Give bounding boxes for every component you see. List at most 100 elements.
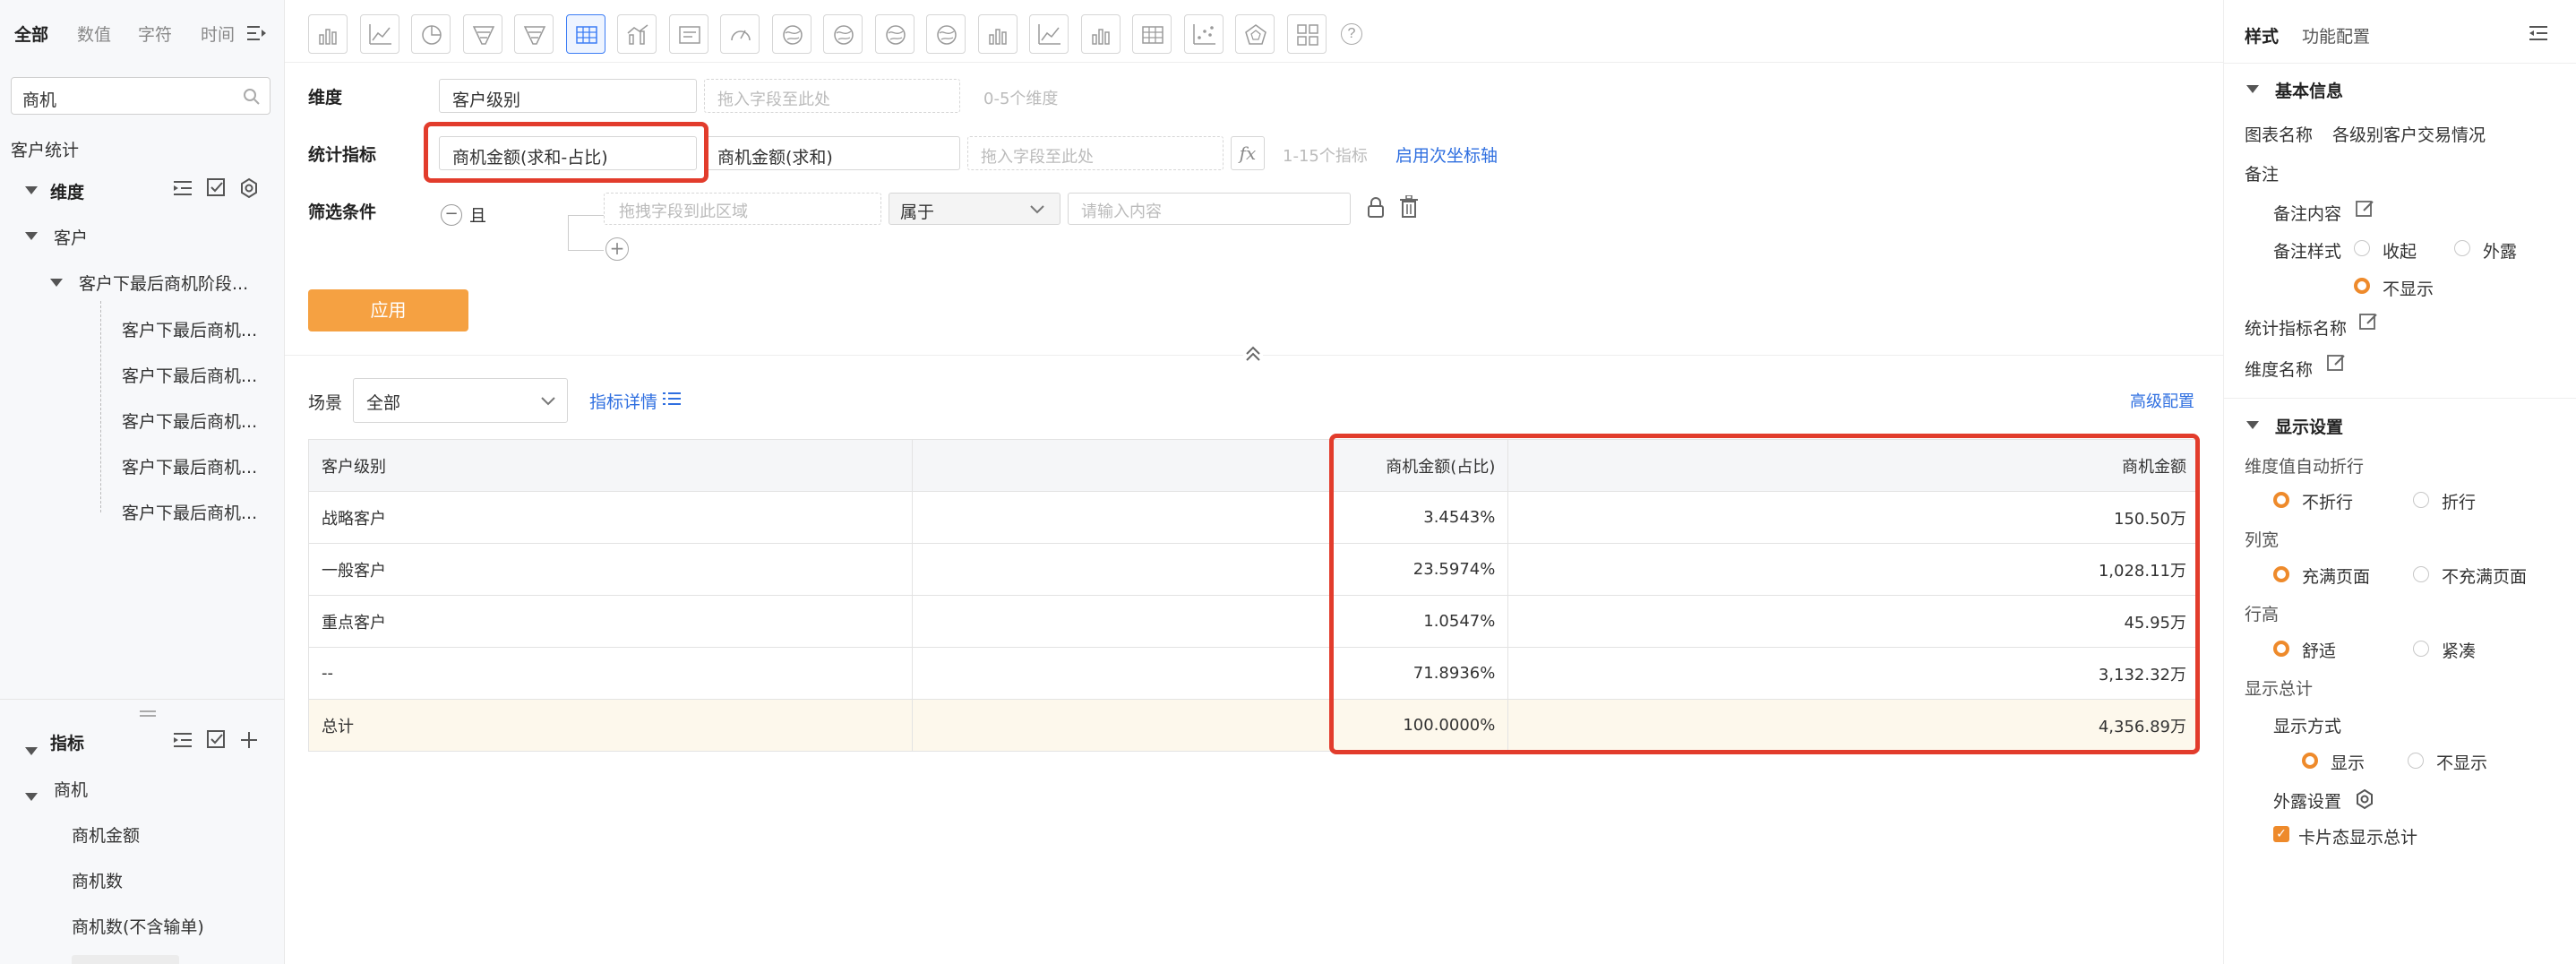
chart-type-button[interactable] [720,14,760,54]
map-china-icon [782,25,803,45]
column-header[interactable] [911,439,1334,492]
add-icon[interactable] [238,729,260,751]
indent-icon[interactable] [174,179,195,199]
filter-field-drop-zone[interactable]: 拖拽字段到此区域 [604,193,881,225]
metric-field-sum[interactable]: 商机金额(求和) [704,136,960,170]
chart-type-button[interactable] [1029,14,1069,54]
logic-toggle-icon[interactable]: − [441,204,462,226]
scene-select[interactable]: 全部 [353,378,568,423]
collapse-panel-icon[interactable] [2529,25,2549,41]
batch-select-icon[interactable] [206,177,228,199]
drag-handle-icon[interactable] [140,710,156,719]
chart-name-value[interactable]: 各级别客户交易情况 [2332,122,2486,146]
table-cell: 总计 [308,699,913,752]
chart-type-button[interactable] [874,14,914,54]
radio-no-wrap-selected[interactable] [2273,492,2289,508]
collapse-caret-icon[interactable] [50,279,63,287]
chart-type-button[interactable] [977,14,1018,54]
radio-collapse[interactable] [2354,240,2370,256]
indent-icon[interactable] [174,731,195,751]
radio-expose[interactable] [2454,240,2470,256]
table-cell [911,595,1334,648]
field-item[interactable]: 客户下最后商机... [122,454,257,478]
filter-operator-select[interactable]: 属于 [889,193,1060,225]
help-icon[interactable]: ? [1341,23,1362,45]
chart-type-button[interactable] [565,14,605,54]
chart-type-button[interactable] [1080,14,1121,54]
radio-wrap[interactable] [2413,492,2429,508]
advanced-config-link[interactable]: 高级配置 [2130,389,2194,412]
chart-type-button[interactable] [926,14,966,54]
field-item[interactable]: 客户下最后商机... [122,500,257,524]
radio-comfortable-selected[interactable] [2273,641,2289,657]
chart-type-button[interactable] [359,14,399,54]
tab-all[interactable]: 全部 [14,22,48,46]
filter-logic-and[interactable]: 且 [469,202,486,227]
radio-show-selected[interactable] [2302,753,2318,769]
tab-time[interactable]: 时间 [201,22,235,46]
tab-style[interactable]: 样式 [2245,23,2279,47]
chart-type-button[interactable] [411,14,451,54]
formula-fx-button[interactable]: fx [1231,136,1265,170]
collapse-caret-icon[interactable] [25,232,38,240]
tab-numeric[interactable]: 数值 [77,22,111,46]
delete-trash-icon[interactable] [1399,195,1419,219]
field-item[interactable]: 商机数 [72,868,123,892]
settings-gear-icon[interactable] [238,177,260,199]
radio-hide-selected[interactable] [2354,278,2370,294]
dimension-field[interactable]: 客户级别 [439,79,697,113]
settings-gear-icon[interactable] [2354,788,2375,810]
tree-group-customer[interactable]: 客户 [54,225,88,249]
radio-not-fill-page[interactable] [2413,566,2429,582]
chart-type-button[interactable] [308,14,348,54]
collapse-caret-icon[interactable] [2246,85,2259,93]
collapse-up-icon[interactable] [1243,344,1263,364]
secondary-axis-link[interactable]: 启用次坐标轴 [1395,142,1498,167]
collapse-caret-icon[interactable] [25,186,38,194]
chart-type-button[interactable] [668,14,708,54]
metric-detail-link[interactable]: 指标详情 [589,389,657,413]
chart-type-button[interactable] [514,14,554,54]
chart-type-button[interactable] [771,14,811,54]
column-header[interactable]: 客户级别 [308,439,913,492]
tree-group-stage[interactable]: 客户下最后商机阶段... [79,271,248,295]
radio-not-show[interactable] [2408,753,2424,769]
tab-string[interactable]: 字符 [138,22,172,46]
field-item[interactable]: 商机金额 [72,822,140,847]
card-total-checkbox[interactable]: ✓ [2273,826,2289,842]
collapse-caret-icon[interactable] [25,793,38,801]
radio-compact[interactable] [2413,641,2429,657]
field-item[interactable]: 客户下最后商机... [122,409,257,433]
lock-icon[interactable] [1367,197,1385,219]
chart-type-button[interactable] [617,14,657,54]
chart-type-button[interactable] [1183,14,1224,54]
field-item[interactable]: 商机数(不含输单) [72,914,204,938]
add-filter-icon[interactable]: + [605,237,629,261]
tab-function-config[interactable]: 功能配置 [2302,23,2370,47]
filter-value-input[interactable]: 请输入内容 [1068,193,1351,225]
field-item[interactable]: 客户下最后商机... [122,363,257,387]
collapse-caret-icon[interactable] [25,747,38,755]
chart-type-button[interactable] [1235,14,1275,54]
table-cell: 重点客户 [308,595,913,648]
edit-icon[interactable] [2359,312,2379,331]
batch-select-icon[interactable] [206,729,228,751]
metric-drop-zone[interactable]: 拖入字段至此处 [967,136,1224,170]
edit-icon[interactable] [2327,353,2347,373]
collapse-caret-icon[interactable] [2246,421,2259,429]
chart-type-button[interactable] [462,14,502,54]
radio-fill-page-selected[interactable] [2273,566,2289,582]
edit-icon[interactable] [2356,199,2375,219]
list-menu-icon[interactable] [247,25,267,41]
chart-type-button[interactable] [1286,14,1327,54]
chart-type-button[interactable] [1132,14,1172,54]
field-search-input[interactable]: 商机 [11,77,270,115]
list-icon[interactable] [663,391,681,407]
dimension-drop-zone[interactable]: 拖入字段至此处 [704,79,960,113]
filter-label: 筛选条件 [308,202,377,222]
tree-group-opportunity[interactable]: 商机 [54,777,88,801]
field-item[interactable]: 客户下最后商机... [122,317,257,341]
field-item-clipped[interactable] [72,955,179,964]
chart-type-button[interactable] [823,14,863,54]
apply-button[interactable]: 应用 [308,289,468,331]
